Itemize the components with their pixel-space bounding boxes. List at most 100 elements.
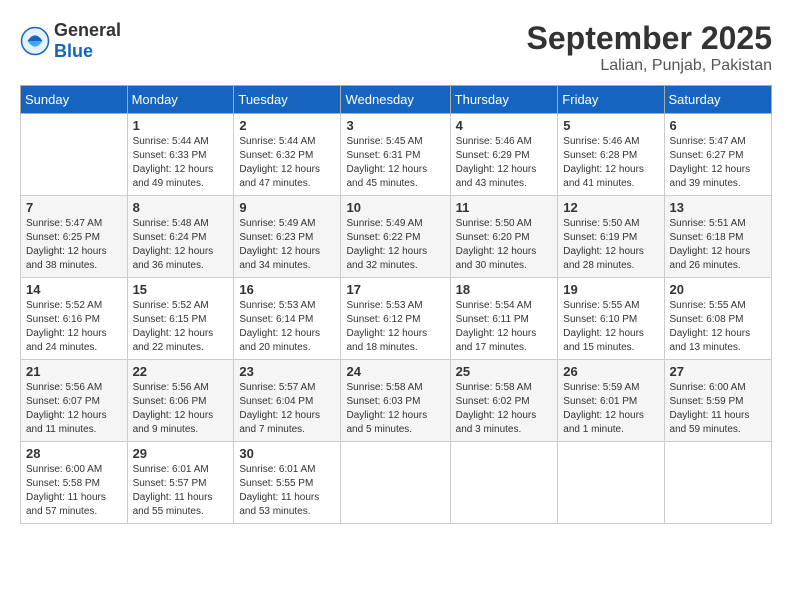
calendar-cell: 3Sunrise: 5:45 AM Sunset: 6:31 PM Daylig… bbox=[341, 114, 450, 196]
calendar-cell bbox=[664, 442, 771, 524]
day-info: Sunrise: 5:52 AM Sunset: 6:16 PM Dayligh… bbox=[26, 299, 122, 355]
calendar-week-2: 14 Sunrise: 5:52 AM Sunset: 6:16 PM Dayli… bbox=[21, 278, 772, 360]
weekday-row: SundayMondayTuesdayWednesdayThursdayFrid… bbox=[21, 86, 772, 114]
day-info: Sunrise: 6:00 AM Sunset: 5:59 PM Dayligh… bbox=[670, 381, 766, 437]
day-number: 26 bbox=[563, 364, 658, 379]
day-number: 6 bbox=[670, 118, 766, 133]
calendar-cell: 6 Sunrise: 5:47 AM Sunset: 6:27 PM Daylig… bbox=[664, 114, 771, 196]
logo-icon bbox=[20, 26, 50, 56]
day-info: Sunrise: 5:50 AM Sunset: 6:20 PM Dayligh… bbox=[456, 217, 553, 273]
calendar-cell: 18Sunrise: 5:54 AM Sunset: 6:11 PM Dayli… bbox=[450, 278, 558, 360]
calendar-week-3: 21 Sunrise: 5:56 AM Sunset: 6:07 PM Dayli… bbox=[21, 360, 772, 442]
day-number: 4 bbox=[456, 118, 553, 133]
day-info: Sunrise: 5:51 AM Sunset: 6:18 PM Dayligh… bbox=[670, 217, 766, 273]
day-info: Sunrise: 5:58 AM Sunset: 6:02 PM Dayligh… bbox=[456, 381, 553, 437]
day-info: Sunrise: 5:48 AM Sunset: 6:24 PM Dayligh… bbox=[133, 217, 229, 273]
day-info: Sunrise: 5:56 AM Sunset: 6:06 PM Dayligh… bbox=[133, 381, 229, 437]
day-number: 28 bbox=[26, 446, 122, 461]
calendar-cell bbox=[341, 442, 450, 524]
weekday-header-saturday: Saturday bbox=[664, 86, 771, 114]
day-info: Sunrise: 5:49 AM Sunset: 6:23 PM Dayligh… bbox=[239, 217, 335, 273]
day-info: Sunrise: 5:44 AM Sunset: 6:32 PM Dayligh… bbox=[239, 135, 335, 191]
calendar-cell: 29 Sunrise: 6:01 AM Sunset: 5:57 PM Dayli… bbox=[127, 442, 234, 524]
calendar-cell: 27 Sunrise: 6:00 AM Sunset: 5:59 PM Dayli… bbox=[664, 360, 771, 442]
calendar-cell: 11 Sunrise: 5:50 AM Sunset: 6:20 PM Dayli… bbox=[450, 196, 558, 278]
calendar-cell: 26 Sunrise: 5:59 AM Sunset: 6:01 PM Dayli… bbox=[558, 360, 664, 442]
day-number: 16 bbox=[239, 282, 335, 297]
day-info: Sunrise: 5:54 AM Sunset: 6:11 PM Dayligh… bbox=[456, 299, 553, 355]
day-info: Sunrise: 6:01 AM Sunset: 5:57 PM Dayligh… bbox=[133, 463, 229, 519]
calendar-cell: 24 Sunrise: 5:58 AM Sunset: 6:03 PM Dayli… bbox=[341, 360, 450, 442]
month-title: September 2025 bbox=[527, 20, 772, 57]
day-info: Sunrise: 5:47 AM Sunset: 6:25 PM Dayligh… bbox=[26, 217, 122, 273]
day-number: 25 bbox=[456, 364, 553, 379]
day-info: Sunrise: 5:53 AM Sunset: 6:12 PM Dayligh… bbox=[346, 299, 444, 355]
logo-general: General bbox=[54, 20, 121, 41]
day-info: Sunrise: 5:45 AM Sunset: 6:31 PM Dayligh… bbox=[346, 135, 444, 191]
calendar-cell: 20Sunrise: 5:55 AM Sunset: 6:08 PM Dayli… bbox=[664, 278, 771, 360]
calendar-cell: 21 Sunrise: 5:56 AM Sunset: 6:07 PM Dayli… bbox=[21, 360, 128, 442]
day-info: Sunrise: 5:50 AM Sunset: 6:19 PM Dayligh… bbox=[563, 217, 658, 273]
day-info: Sunrise: 5:49 AM Sunset: 6:22 PM Dayligh… bbox=[346, 217, 444, 273]
logo: General Blue bbox=[20, 20, 121, 62]
day-info: Sunrise: 5:46 AM Sunset: 6:29 PM Dayligh… bbox=[456, 135, 553, 191]
calendar-cell: 4 Sunrise: 5:46 AM Sunset: 6:29 PM Daylig… bbox=[450, 114, 558, 196]
day-number: 23 bbox=[239, 364, 335, 379]
day-info: Sunrise: 5:47 AM Sunset: 6:27 PM Dayligh… bbox=[670, 135, 766, 191]
day-number: 22 bbox=[133, 364, 229, 379]
day-number: 2 bbox=[239, 118, 335, 133]
calendar-cell: 12 Sunrise: 5:50 AM Sunset: 6:19 PM Dayli… bbox=[558, 196, 664, 278]
calendar-cell: 1 Sunrise: 5:44 AM Sunset: 6:33 PM Daylig… bbox=[127, 114, 234, 196]
calendar-cell: 16Sunrise: 5:53 AM Sunset: 6:14 PM Dayli… bbox=[234, 278, 341, 360]
calendar-cell: 22 Sunrise: 5:56 AM Sunset: 6:06 PM Dayli… bbox=[127, 360, 234, 442]
day-number: 24 bbox=[346, 364, 444, 379]
calendar-cell: 7Sunrise: 5:47 AM Sunset: 6:25 PM Daylig… bbox=[21, 196, 128, 278]
day-info: Sunrise: 5:58 AM Sunset: 6:03 PM Dayligh… bbox=[346, 381, 444, 437]
calendar-table: SundayMondayTuesdayWednesdayThursdayFrid… bbox=[20, 85, 772, 524]
calendar-cell: 5Sunrise: 5:46 AM Sunset: 6:28 PM Daylig… bbox=[558, 114, 664, 196]
calendar-cell: 10 Sunrise: 5:49 AM Sunset: 6:22 PM Dayli… bbox=[341, 196, 450, 278]
day-number: 10 bbox=[346, 200, 444, 215]
day-number: 8 bbox=[133, 200, 229, 215]
day-number: 5 bbox=[563, 118, 658, 133]
location: Lalian, Punjab, Pakistan bbox=[527, 57, 772, 75]
day-info: Sunrise: 5:59 AM Sunset: 6:01 PM Dayligh… bbox=[563, 381, 658, 437]
calendar-cell: 28 Sunrise: 6:00 AM Sunset: 5:58 PM Dayli… bbox=[21, 442, 128, 524]
day-info: Sunrise: 6:01 AM Sunset: 5:55 PM Dayligh… bbox=[239, 463, 335, 519]
day-number: 1 bbox=[133, 118, 229, 133]
day-number: 21 bbox=[26, 364, 122, 379]
day-number: 19 bbox=[563, 282, 658, 297]
weekday-header-sunday: Sunday bbox=[21, 86, 128, 114]
day-number: 12 bbox=[563, 200, 658, 215]
day-number: 9 bbox=[239, 200, 335, 215]
calendar-header: SundayMondayTuesdayWednesdayThursdayFrid… bbox=[21, 86, 772, 114]
weekday-header-monday: Monday bbox=[127, 86, 234, 114]
day-number: 15 bbox=[133, 282, 229, 297]
calendar-week-0: 1 Sunrise: 5:44 AM Sunset: 6:33 PM Daylig… bbox=[21, 114, 772, 196]
calendar-cell: 15 Sunrise: 5:52 AM Sunset: 6:15 PM Dayli… bbox=[127, 278, 234, 360]
calendar-cell: 19Sunrise: 5:55 AM Sunset: 6:10 PM Dayli… bbox=[558, 278, 664, 360]
day-number: 29 bbox=[133, 446, 229, 461]
page-header: General Blue September 2025 Lalian, Punj… bbox=[20, 20, 772, 75]
day-number: 14 bbox=[26, 282, 122, 297]
calendar-cell bbox=[21, 114, 128, 196]
calendar-cell: 17 Sunrise: 5:53 AM Sunset: 6:12 PM Dayli… bbox=[341, 278, 450, 360]
day-info: Sunrise: 6:00 AM Sunset: 5:58 PM Dayligh… bbox=[26, 463, 122, 519]
logo-text: General Blue bbox=[54, 20, 121, 62]
day-number: 27 bbox=[670, 364, 766, 379]
day-number: 17 bbox=[346, 282, 444, 297]
title-block: September 2025 Lalian, Punjab, Pakistan bbox=[527, 20, 772, 75]
calendar-cell: 23 Sunrise: 5:57 AM Sunset: 6:04 PM Dayli… bbox=[234, 360, 341, 442]
calendar-cell: 8 Sunrise: 5:48 AM Sunset: 6:24 PM Daylig… bbox=[127, 196, 234, 278]
day-info: Sunrise: 5:57 AM Sunset: 6:04 PM Dayligh… bbox=[239, 381, 335, 437]
calendar-cell bbox=[450, 442, 558, 524]
day-info: Sunrise: 5:44 AM Sunset: 6:33 PM Dayligh… bbox=[133, 135, 229, 191]
day-info: Sunrise: 5:52 AM Sunset: 6:15 PM Dayligh… bbox=[133, 299, 229, 355]
weekday-header-friday: Friday bbox=[558, 86, 664, 114]
logo-blue: Blue bbox=[54, 41, 121, 62]
calendar-week-4: 28 Sunrise: 6:00 AM Sunset: 5:58 PM Dayli… bbox=[21, 442, 772, 524]
day-info: Sunrise: 5:55 AM Sunset: 6:08 PM Dayligh… bbox=[670, 299, 766, 355]
day-info: Sunrise: 5:56 AM Sunset: 6:07 PM Dayligh… bbox=[26, 381, 122, 437]
day-number: 11 bbox=[456, 200, 553, 215]
day-number: 13 bbox=[670, 200, 766, 215]
